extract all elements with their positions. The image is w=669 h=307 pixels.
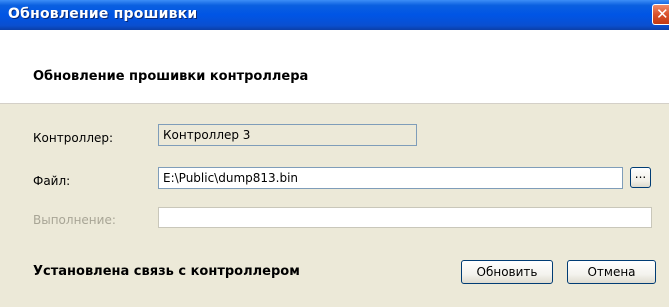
- controller-label: Контроллер:: [33, 131, 114, 145]
- connection-status: Установлена связь с контроллером: [33, 264, 300, 279]
- progress-bar: [158, 207, 652, 228]
- controller-field: Контроллер 3: [158, 124, 417, 146]
- dialog-header: Обновление прошивки контроллера: [0, 30, 669, 103]
- browse-button[interactable]: ...: [630, 167, 651, 188]
- close-icon: ✕: [656, 5, 669, 23]
- close-button[interactable]: ✕: [652, 4, 669, 25]
- window-title: Обновление прошивки: [8, 6, 198, 22]
- progress-label: Выполнение:: [33, 213, 116, 227]
- dialog-heading: Обновление прошивки контроллера: [33, 69, 309, 84]
- title-bar[interactable]: Обновление прошивки ✕: [0, 0, 669, 30]
- cancel-button[interactable]: Отмена: [567, 260, 656, 284]
- file-label: Файл:: [33, 174, 71, 188]
- update-button[interactable]: Обновить: [461, 260, 553, 284]
- file-path-value: E:\Public\dump813.bin: [163, 171, 299, 185]
- controller-value: Контроллер 3: [163, 128, 251, 142]
- file-path-input[interactable]: E:\Public\dump813.bin: [158, 167, 623, 189]
